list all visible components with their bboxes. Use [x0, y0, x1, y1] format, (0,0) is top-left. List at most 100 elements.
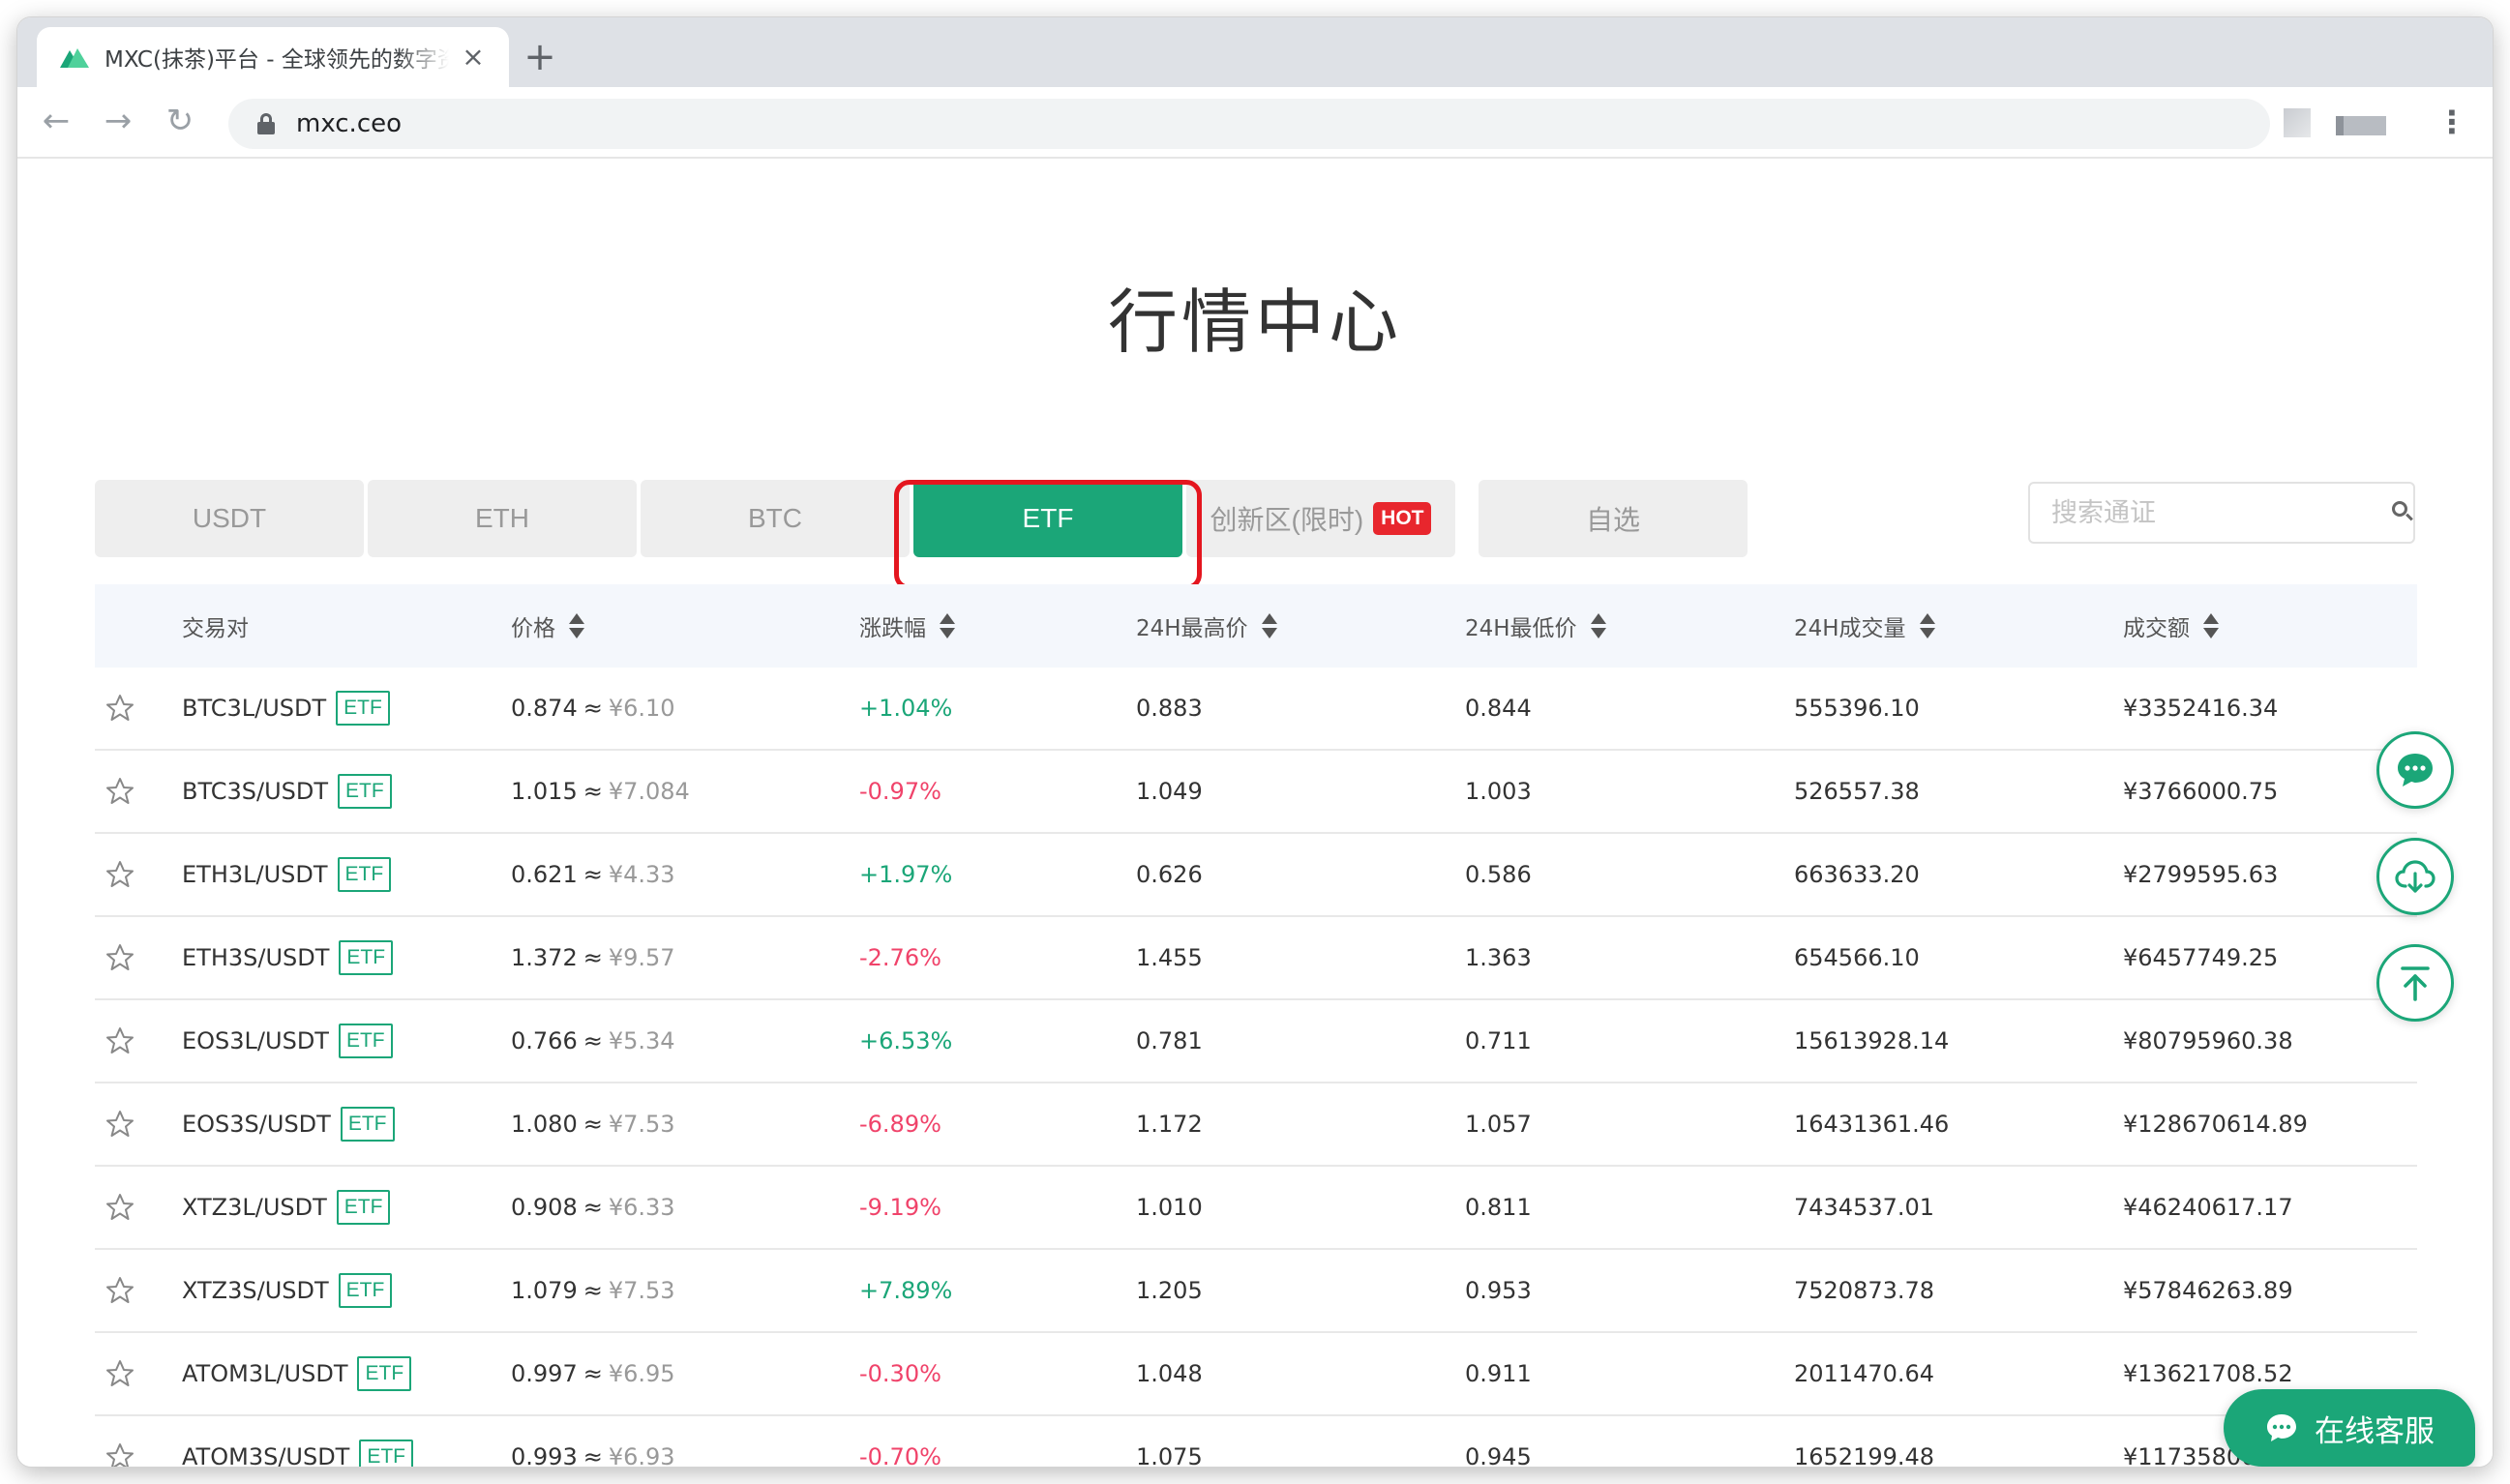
- sort-icon[interactable]: [940, 612, 955, 639]
- sort-icon[interactable]: [1261, 612, 1277, 639]
- pair-cell[interactable]: BTC3L/USDT ETF: [182, 668, 390, 749]
- back-button[interactable]: ←: [37, 103, 75, 141]
- volume-cell: 1652199.48: [1794, 1443, 1935, 1467]
- price-value: 0.621: [511, 861, 578, 888]
- cloud-download-icon: [2395, 860, 2435, 893]
- pair-cell[interactable]: ATOM3L/USDT ETF: [182, 1333, 412, 1414]
- star-outline-icon[interactable]: [105, 859, 135, 890]
- star-outline-icon[interactable]: [105, 1109, 135, 1140]
- volume-cell: 7520873.78: [1794, 1277, 1935, 1304]
- header-low[interactable]: 24H最低价: [1465, 584, 1606, 668]
- tab-btc[interactable]: BTC: [641, 480, 910, 557]
- page-content: 行情中心 USDT ETH BTC ETF 创新区(限时) HOT 自选 交易对…: [17, 159, 2493, 1467]
- search-input[interactable]: [2051, 497, 2382, 528]
- tab-usdt[interactable]: USDT: [95, 480, 364, 557]
- star-outline-icon[interactable]: [105, 776, 135, 807]
- sort-icon[interactable]: [1590, 612, 1606, 639]
- star-outline-icon[interactable]: [105, 693, 135, 724]
- volume-cell: 7434537.01: [1794, 1194, 1935, 1221]
- pair-cell[interactable]: XTZ3L/USDT ETF: [182, 1167, 391, 1248]
- header-change[interactable]: 涨跌幅: [859, 584, 955, 668]
- turnover-cell: ¥46240617.17: [2123, 1194, 2293, 1221]
- search-box[interactable]: [2028, 482, 2415, 544]
- browser-tab[interactable]: MXC(抹茶)平台 - 全球领先的数字资产交易平台 ×: [37, 27, 509, 87]
- download-button[interactable]: [2376, 838, 2454, 915]
- turnover-cell: ¥57846263.89: [2123, 1277, 2293, 1304]
- cny-value: ¥4.33: [608, 861, 675, 888]
- change-cell: +1.04%: [859, 695, 953, 722]
- extension-icons[interactable]: [2284, 108, 2429, 139]
- table-row[interactable]: ETH3L/USDT ETF 0.621 ≈ ¥4.33 +1.97% 0.626 0.586…: [95, 834, 2417, 917]
- tab-label: BTC: [748, 503, 802, 533]
- tab-innovation[interactable]: 创新区(限时) HOT: [1186, 480, 1455, 557]
- pair-cell[interactable]: EOS3L/USDT ETF: [182, 1000, 393, 1082]
- profile-icon[interactable]: [2336, 116, 2386, 135]
- header-volume[interactable]: 24H成交量: [1794, 584, 1935, 668]
- table-row[interactable]: ETH3S/USDT ETF 1.372 ≈ ¥9.57 -2.76% 1.455 1.363…: [95, 917, 2417, 1000]
- price-value: 1.015: [511, 778, 578, 805]
- etf-tag: ETF: [359, 1439, 414, 1467]
- change-cell: -2.76%: [859, 944, 941, 971]
- etf-tag: ETF: [339, 940, 394, 975]
- sort-icon[interactable]: [569, 612, 584, 639]
- browser-menu-icon[interactable]: ⋮: [2436, 103, 2467, 141]
- star-outline-icon[interactable]: [105, 1025, 135, 1056]
- forward-button[interactable]: →: [99, 103, 137, 141]
- back-to-top-button[interactable]: [2376, 944, 2454, 1022]
- tab-favorites[interactable]: 自选: [1479, 480, 1748, 557]
- price-value: 0.908: [511, 1194, 578, 1221]
- pair-cell[interactable]: BTC3S/USDT ETF: [182, 751, 392, 832]
- star-outline-icon[interactable]: [105, 1275, 135, 1306]
- approx-symbol: ≈: [583, 861, 603, 888]
- close-tab-icon[interactable]: ×: [459, 43, 488, 72]
- tab-label: ETH: [475, 503, 529, 533]
- mxc-logo-icon: [60, 48, 89, 68]
- new-tab-button[interactable]: +: [521, 38, 559, 77]
- chat-button[interactable]: [2376, 731, 2454, 809]
- price-cell: 1.372 ≈ ¥9.57: [511, 917, 675, 998]
- approx-symbol: ≈: [583, 1194, 603, 1221]
- table-row[interactable]: ATOM3L/USDT ETF 0.997 ≈ ¥6.95 -0.30% 1.048 0.91…: [95, 1333, 2417, 1416]
- reload-button[interactable]: ↻: [161, 103, 199, 141]
- tab-label: USDT: [192, 503, 267, 533]
- table-row[interactable]: EOS3L/USDT ETF 0.766 ≈ ¥5.34 +6.53% 0.781 0.711…: [95, 1000, 2417, 1083]
- etf-tag: ETF: [338, 1024, 393, 1058]
- change-cell: +6.53%: [859, 1027, 953, 1054]
- high-cell: 1.048: [1136, 1360, 1203, 1387]
- cny-value: ¥7.084: [608, 778, 690, 805]
- extension-icon[interactable]: [2284, 108, 2311, 137]
- high-cell: 0.626: [1136, 861, 1203, 888]
- pair-cell[interactable]: ATOM3S/USDT ETF: [182, 1416, 414, 1467]
- pair-cell[interactable]: ETH3S/USDT ETF: [182, 917, 394, 998]
- header-turnover[interactable]: 成交额: [2123, 584, 2219, 668]
- table-row[interactable]: ATOM3S/USDT ETF 0.993 ≈ ¥6.93 -0.70% 1.075 0.94…: [95, 1416, 2417, 1467]
- tab-eth[interactable]: ETH: [368, 480, 637, 557]
- star-outline-icon[interactable]: [105, 1358, 135, 1389]
- high-cell: 1.010: [1136, 1194, 1203, 1221]
- pair-cell[interactable]: EOS3S/USDT ETF: [182, 1083, 395, 1165]
- tab-etf[interactable]: ETF: [913, 480, 1182, 557]
- header-price[interactable]: 价格: [511, 584, 584, 668]
- star-outline-icon[interactable]: [105, 1441, 135, 1467]
- search-icon[interactable]: [2382, 493, 2413, 532]
- sort-icon[interactable]: [1919, 612, 1935, 639]
- star-outline-icon[interactable]: [105, 1192, 135, 1223]
- turnover-cell: ¥2799595.63: [2123, 861, 2279, 888]
- table-row[interactable]: EOS3S/USDT ETF 1.080 ≈ ¥7.53 -6.89% 1.172 1.057…: [95, 1083, 2417, 1167]
- customer-service-button[interactable]: 在线客服: [2224, 1389, 2475, 1467]
- table-row[interactable]: XTZ3S/USDT ETF 1.079 ≈ ¥7.53 +7.89% 1.205 0.953…: [95, 1250, 2417, 1333]
- tab-label: 创新区(限时): [1210, 505, 1364, 535]
- price-value: 0.997: [511, 1360, 578, 1387]
- table-row[interactable]: BTC3S/USDT ETF 1.015 ≈ ¥7.084 -0.97% 1.049 1.00…: [95, 751, 2417, 834]
- turnover-cell: ¥128670614.89: [2123, 1111, 2308, 1138]
- address-bar[interactable]: mxc.ceo: [228, 99, 2270, 149]
- pair-cell[interactable]: ETH3L/USDT ETF: [182, 834, 392, 915]
- chat-bubble-icon: [2267, 1414, 2296, 1441]
- table-row[interactable]: BTC3L/USDT ETF 0.874 ≈ ¥6.10 +1.04% 0.883 0.844…: [95, 668, 2417, 751]
- sort-icon[interactable]: [2203, 612, 2219, 639]
- table-row[interactable]: XTZ3L/USDT ETF 0.908 ≈ ¥6.33 -9.19% 1.010 0.811…: [95, 1167, 2417, 1250]
- header-high[interactable]: 24H最高价: [1136, 584, 1277, 668]
- cny-value: ¥5.34: [608, 1027, 675, 1054]
- star-outline-icon[interactable]: [105, 942, 135, 973]
- pair-cell[interactable]: XTZ3S/USDT ETF: [182, 1250, 393, 1331]
